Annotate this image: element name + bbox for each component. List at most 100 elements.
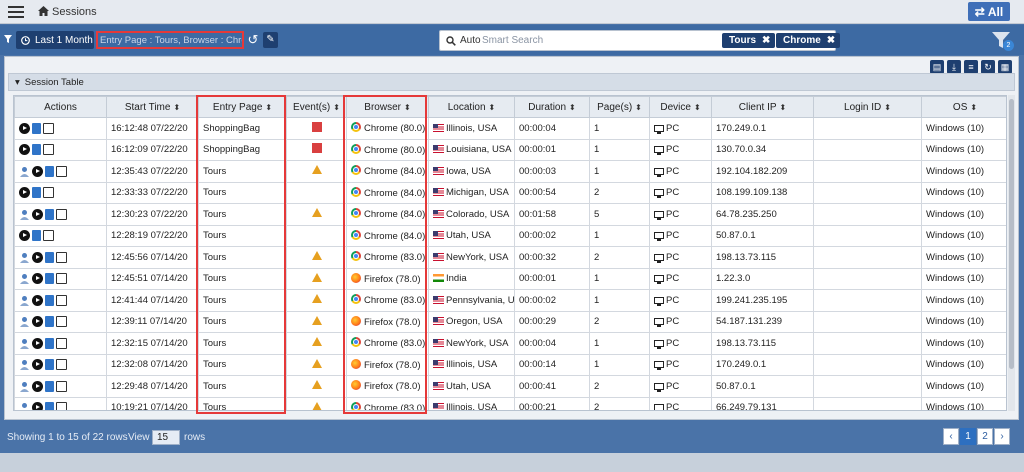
error-event-icon[interactable] (311, 121, 322, 132)
page-size-input[interactable]: 15 (152, 430, 180, 445)
warning-event-icon[interactable] (311, 380, 322, 390)
table-row[interactable]: 12:28:19 07/22/20 Tours Chrome (84.0) Utah,… (14, 224, 1006, 247)
row-checkbox[interactable] (43, 122, 54, 134)
warning-event-icon[interactable] (311, 208, 322, 218)
error-event-icon[interactable] (311, 143, 322, 154)
warning-event-icon[interactable] (311, 401, 322, 410)
play-icon[interactable] (32, 359, 43, 371)
table-row[interactable]: 12:41:44 07/14/20 Tours Chrome (83.0) Penns… (14, 289, 1006, 312)
user-icon[interactable] (19, 381, 30, 392)
date-range-button[interactable]: Last 1 Month (16, 31, 94, 49)
row-checkbox[interactable] (56, 251, 67, 263)
table-row[interactable]: 12:39:11 07/14/20 Tours Firefox (78.0) Oreg… (14, 310, 1006, 333)
search-mode-label[interactable]: Auto (460, 35, 481, 46)
row-checkbox[interactable] (56, 380, 67, 392)
row-checkbox[interactable] (43, 230, 54, 242)
warning-event-icon[interactable] (311, 165, 322, 175)
reset-filter-icon[interactable]: ↺ (246, 32, 260, 48)
filter-toggle-icon[interactable] (4, 35, 12, 43)
row-checkbox[interactable] (56, 208, 67, 220)
row-checkbox[interactable] (56, 294, 67, 306)
col-header-device[interactable]: Device ⬍ (649, 96, 712, 118)
page-2-button[interactable]: 2 (977, 428, 993, 445)
scroll-thumb[interactable] (1009, 99, 1014, 369)
row-checkbox[interactable] (43, 144, 54, 156)
smart-search-box[interactable]: Auto Tours✖ Chrome✖ (439, 30, 841, 51)
table-scrollbar[interactable] (1008, 95, 1015, 411)
document-icon[interactable] (45, 337, 54, 349)
table-row[interactable]: 12:35:43 07/22/20 Tours Chrome (84.0) Iowa,… (14, 160, 1006, 183)
user-icon[interactable] (19, 252, 30, 263)
user-icon[interactable] (19, 273, 30, 285)
user-icon[interactable] (19, 359, 30, 371)
play-icon[interactable] (32, 273, 43, 285)
col-header-browser[interactable]: Browser ⬍ (346, 96, 429, 118)
user-icon[interactable] (19, 402, 30, 411)
table-row[interactable]: 12:30:23 07/22/20 Tours Chrome (84.0) Color… (14, 203, 1006, 226)
col-header-pages[interactable]: Page(s) ⬍ (589, 96, 650, 118)
remove-chip-icon[interactable]: ✖ (827, 35, 835, 46)
table-row[interactable]: 12:32:08 07/14/20 Tours Firefox (78.0) Illi… (14, 353, 1006, 376)
user-icon[interactable] (19, 166, 30, 177)
warning-event-icon[interactable] (311, 294, 322, 304)
play-icon[interactable] (32, 337, 43, 349)
document-icon[interactable] (45, 208, 54, 220)
document-icon[interactable] (45, 294, 54, 306)
filter-chip-tours[interactable]: Tours ✖ (722, 33, 776, 48)
col-header-location[interactable]: Location ⬍ (428, 96, 515, 118)
play-icon[interactable] (32, 208, 43, 220)
download-icon[interactable]: ⤓ (947, 60, 961, 74)
col-header-os[interactable]: OS ⬍ (921, 96, 1006, 118)
col-header-entry-page[interactable]: Entry Page ⬍ (198, 96, 287, 118)
row-checkbox[interactable] (56, 316, 67, 328)
page-1-button[interactable]: 1 (960, 428, 976, 445)
document-icon[interactable] (32, 230, 41, 242)
col-header-duration[interactable]: Duration ⬍ (514, 96, 590, 118)
table-row[interactable]: 12:45:56 07/14/20 Tours Chrome (83.0) NewYo… (14, 246, 1006, 269)
col-header-start-time[interactable]: Start Time ⬍ (106, 96, 199, 118)
warning-event-icon[interactable] (311, 337, 322, 347)
play-icon[interactable] (32, 380, 43, 392)
play-icon[interactable] (32, 316, 43, 328)
home-icon[interactable] (38, 6, 49, 16)
document-icon[interactable] (45, 402, 54, 410)
remove-chip-icon[interactable]: ✖ (762, 35, 770, 46)
user-icon[interactable] (19, 209, 30, 220)
row-checkbox[interactable] (43, 187, 54, 199)
warning-event-icon[interactable] (311, 315, 322, 325)
menu-icon[interactable] (8, 6, 24, 18)
active-filter-summary[interactable]: Entry Page : Tours, Browser : Chrome (96, 31, 244, 49)
table-row[interactable]: 16:12:48 07/22/20 ShoppingBag Chrome (80.0… (14, 117, 1006, 140)
play-icon[interactable] (19, 144, 30, 156)
list-icon[interactable]: ≡ (964, 60, 978, 74)
user-icon[interactable] (19, 295, 30, 306)
warning-event-icon[interactable] (311, 251, 322, 261)
user-icon[interactable] (19, 316, 30, 328)
play-icon[interactable] (19, 230, 30, 242)
row-checkbox[interactable] (56, 359, 67, 371)
columns-icon[interactable]: ▦ (998, 60, 1012, 74)
row-checkbox[interactable] (56, 273, 67, 285)
document-icon[interactable] (32, 144, 41, 156)
table-row[interactable]: 16:12:09 07/22/20 ShoppingBag Chrome (80.0… (14, 138, 1006, 161)
play-icon[interactable] (32, 251, 43, 263)
table-row[interactable]: 12:29:48 07/14/20 Tours Firefox (78.0) Utah… (14, 375, 1006, 398)
document-icon[interactable] (45, 165, 54, 177)
next-page-button[interactable]: › (994, 428, 1010, 445)
document-icon[interactable] (32, 187, 41, 199)
all-button[interactable]: ⇄ All (968, 2, 1010, 21)
section-header[interactable]: ▾ Session Table (8, 73, 1015, 91)
col-header-events[interactable]: Event(s) ⬍ (286, 96, 347, 118)
row-checkbox[interactable] (56, 165, 67, 177)
document-icon[interactable] (45, 316, 54, 328)
table-row[interactable]: 12:45:51 07/14/20 Tours Firefox (78.0) Indi… (14, 267, 1006, 290)
col-header-login-id[interactable]: Login ID ⬍ (813, 96, 922, 118)
table-row[interactable]: 10:19:21 07/14/20 Tours Chrome (83.0) Illin… (14, 396, 1006, 411)
export-pdf-icon[interactable]: ▤ (930, 60, 944, 74)
document-icon[interactable] (45, 380, 54, 392)
play-icon[interactable] (32, 165, 43, 177)
col-header-client-ip[interactable]: Client IP ⬍ (711, 96, 814, 118)
play-icon[interactable] (32, 294, 43, 306)
row-checkbox[interactable] (56, 337, 67, 349)
edit-filter-icon[interactable]: ✎ (263, 32, 278, 48)
